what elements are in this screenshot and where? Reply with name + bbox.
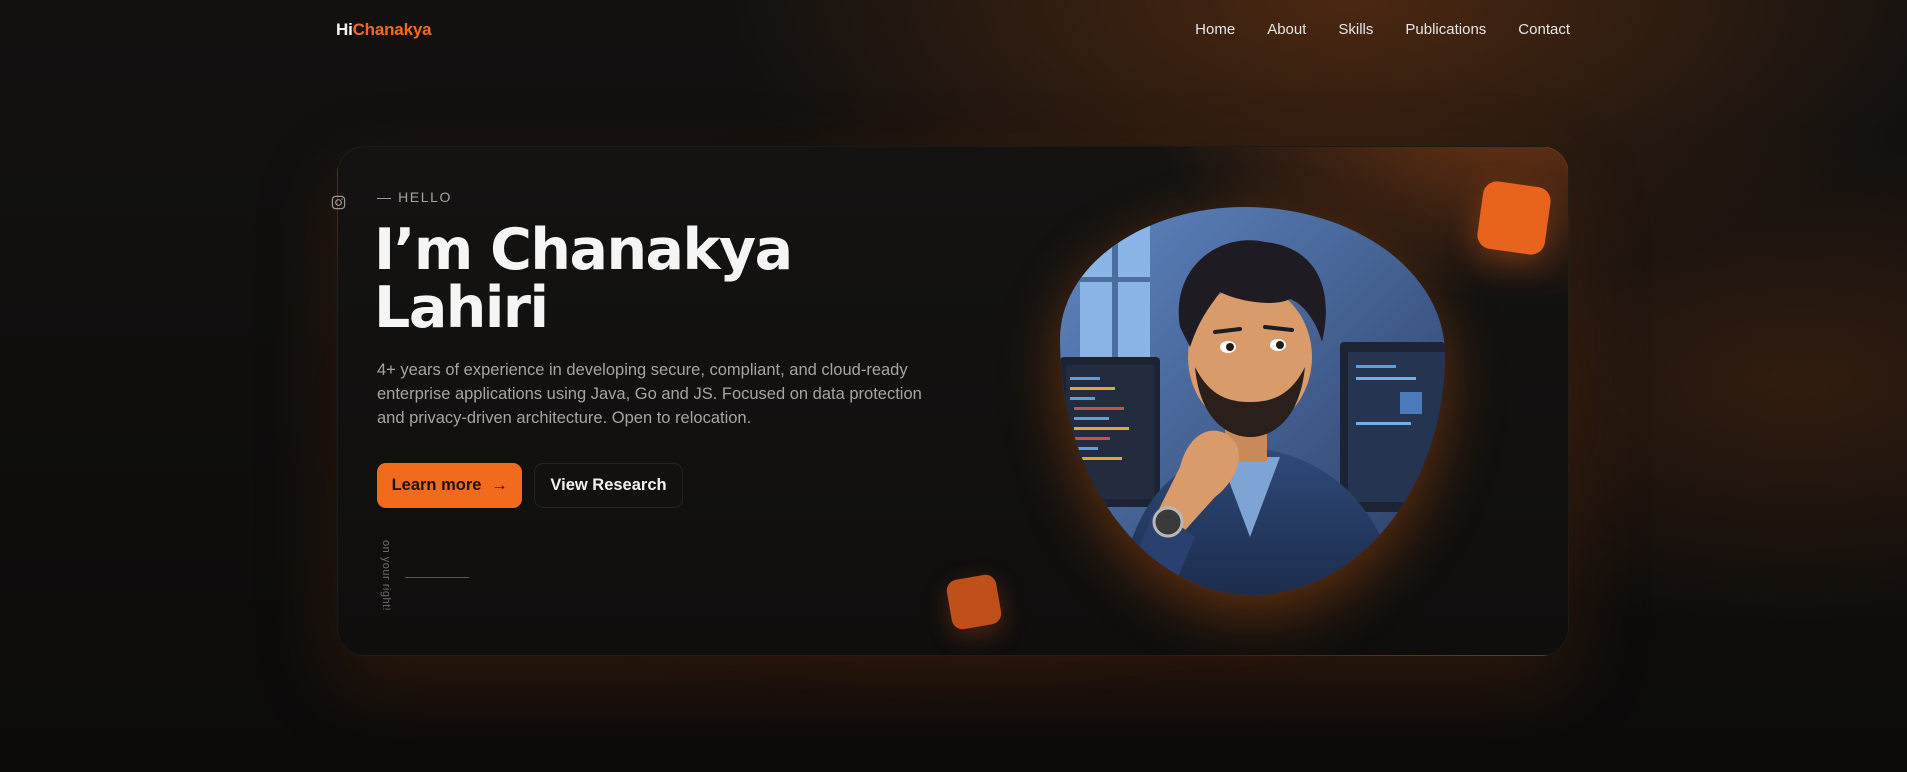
hero-title-line2: Lahiri — [374, 275, 549, 341]
scroll-hint-line — [405, 577, 469, 578]
brand-prefix: Hi — [336, 20, 353, 39]
nav-links: Home About Skills Publications Contact — [1195, 21, 1570, 38]
learn-more-label: Learn more — [391, 476, 482, 494]
nav-link-skills[interactable]: Skills — [1338, 21, 1373, 38]
decorative-square-large — [1475, 179, 1553, 257]
scroll-hint-text: on your right! — [380, 540, 392, 612]
learn-more-button[interactable]: Learn more → — [377, 463, 522, 508]
nav-link-about[interactable]: About — [1267, 21, 1306, 38]
view-research-button[interactable]: View Research — [534, 463, 683, 508]
instagram-icon[interactable] — [331, 195, 346, 210]
brand-name: Chanakya — [352, 20, 432, 39]
top-navbar: HiChanakya Home About Skills Publication… — [0, 0, 1907, 62]
hero-description: 4+ years of experience in developing sec… — [377, 361, 922, 427]
hero-title: I’m Chanakya Lahiri — [374, 221, 934, 337]
decorative-square-small — [945, 573, 1003, 631]
hero-eyebrow: — HELLO — [377, 189, 452, 205]
nav-link-home[interactable]: Home — [1195, 21, 1235, 38]
nav-link-contact[interactable]: Contact — [1518, 21, 1570, 38]
nav-link-publications[interactable]: Publications — [1405, 21, 1486, 38]
view-research-label: View Research — [550, 476, 667, 494]
arrow-right-icon: → — [491, 476, 508, 494]
brand-logo[interactable]: HiChanakya — [336, 20, 432, 40]
hero-title-line1: I’m Chanakya — [374, 217, 793, 283]
